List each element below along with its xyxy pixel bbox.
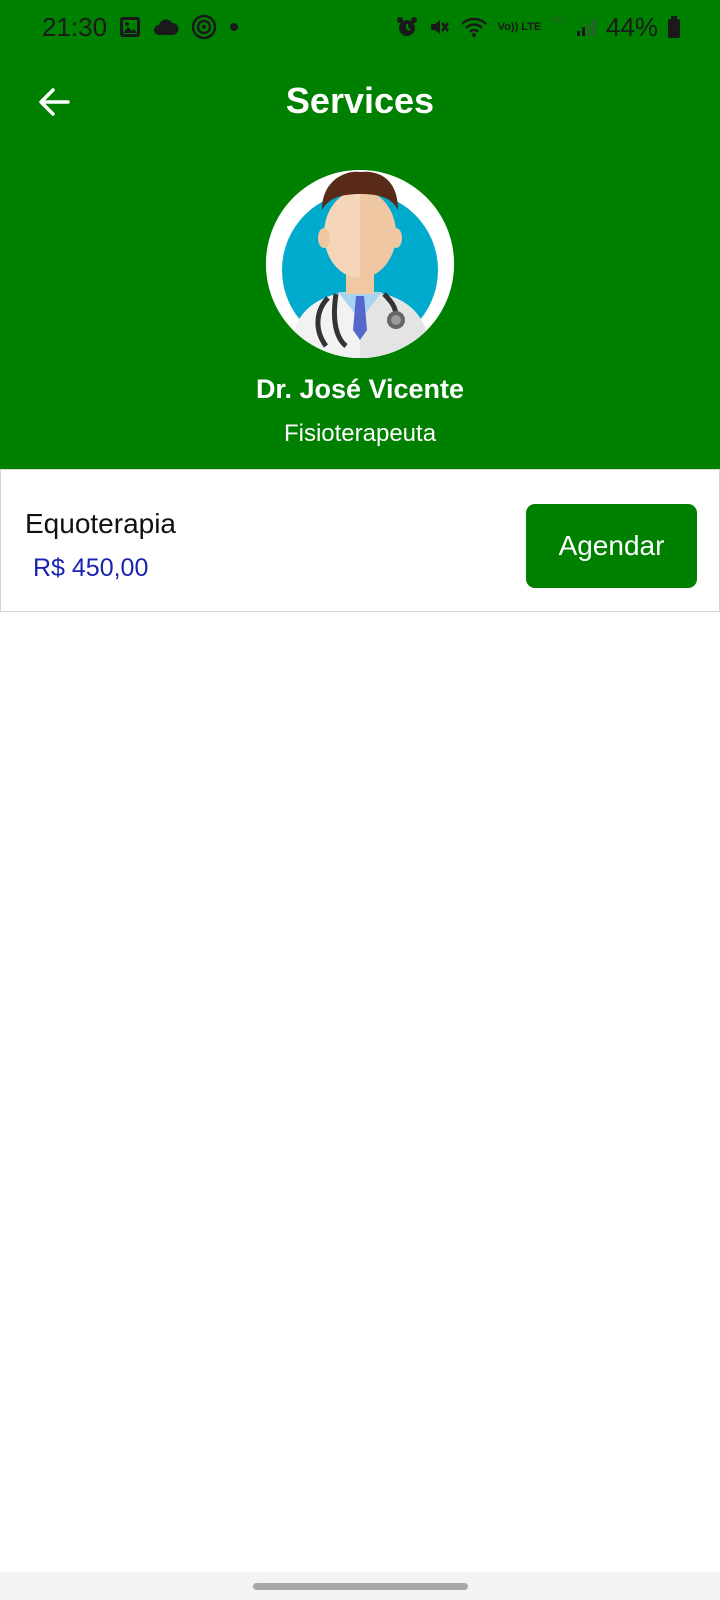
volte-label: Vo)) LTE	[497, 20, 542, 33]
service-price: R$ 450,00	[33, 554, 149, 582]
at-sign-icon	[191, 14, 217, 40]
status-bar: 21:30 Vo)) LTE 4G 44%	[0, 0, 720, 54]
battery-icon	[668, 16, 680, 38]
alarm-icon	[396, 16, 418, 38]
status-bar-left: 21:30	[42, 12, 239, 43]
doctor-avatar-illustration	[266, 170, 454, 358]
wifi-icon	[460, 16, 488, 38]
home-gesture-handle[interactable]	[253, 1583, 468, 1590]
cloud-icon	[153, 18, 179, 36]
service-list-item: Equoterapia R$ 450,00 Agendar	[0, 469, 720, 612]
doctor-name: Dr. José Vicente	[255, 374, 465, 404]
avatar	[266, 170, 454, 358]
page-title: Services	[285, 80, 435, 121]
dot-icon	[229, 22, 239, 32]
status-bar-right: Vo)) LTE 4G 44%	[396, 12, 680, 43]
services-screen: 21:30 Vo)) LTE 4G 44% Services Dr. José …	[0, 0, 720, 1600]
image-icon	[119, 16, 141, 38]
mute-icon	[428, 16, 450, 38]
service-name: Equoterapia	[25, 508, 177, 539]
status-time: 21:30	[42, 11, 108, 42]
navigation-bar	[0, 1572, 720, 1600]
signal-icon	[576, 17, 596, 37]
doctor-role: Fisioterapeuta	[283, 420, 437, 447]
schedule-button[interactable]: Agendar	[526, 504, 697, 588]
network-type-label: 4G	[551, 14, 566, 26]
profile-header: Services Dr. José Vicente Fisioterapeuta	[0, 54, 720, 469]
battery-percentage: 44%	[605, 11, 658, 42]
